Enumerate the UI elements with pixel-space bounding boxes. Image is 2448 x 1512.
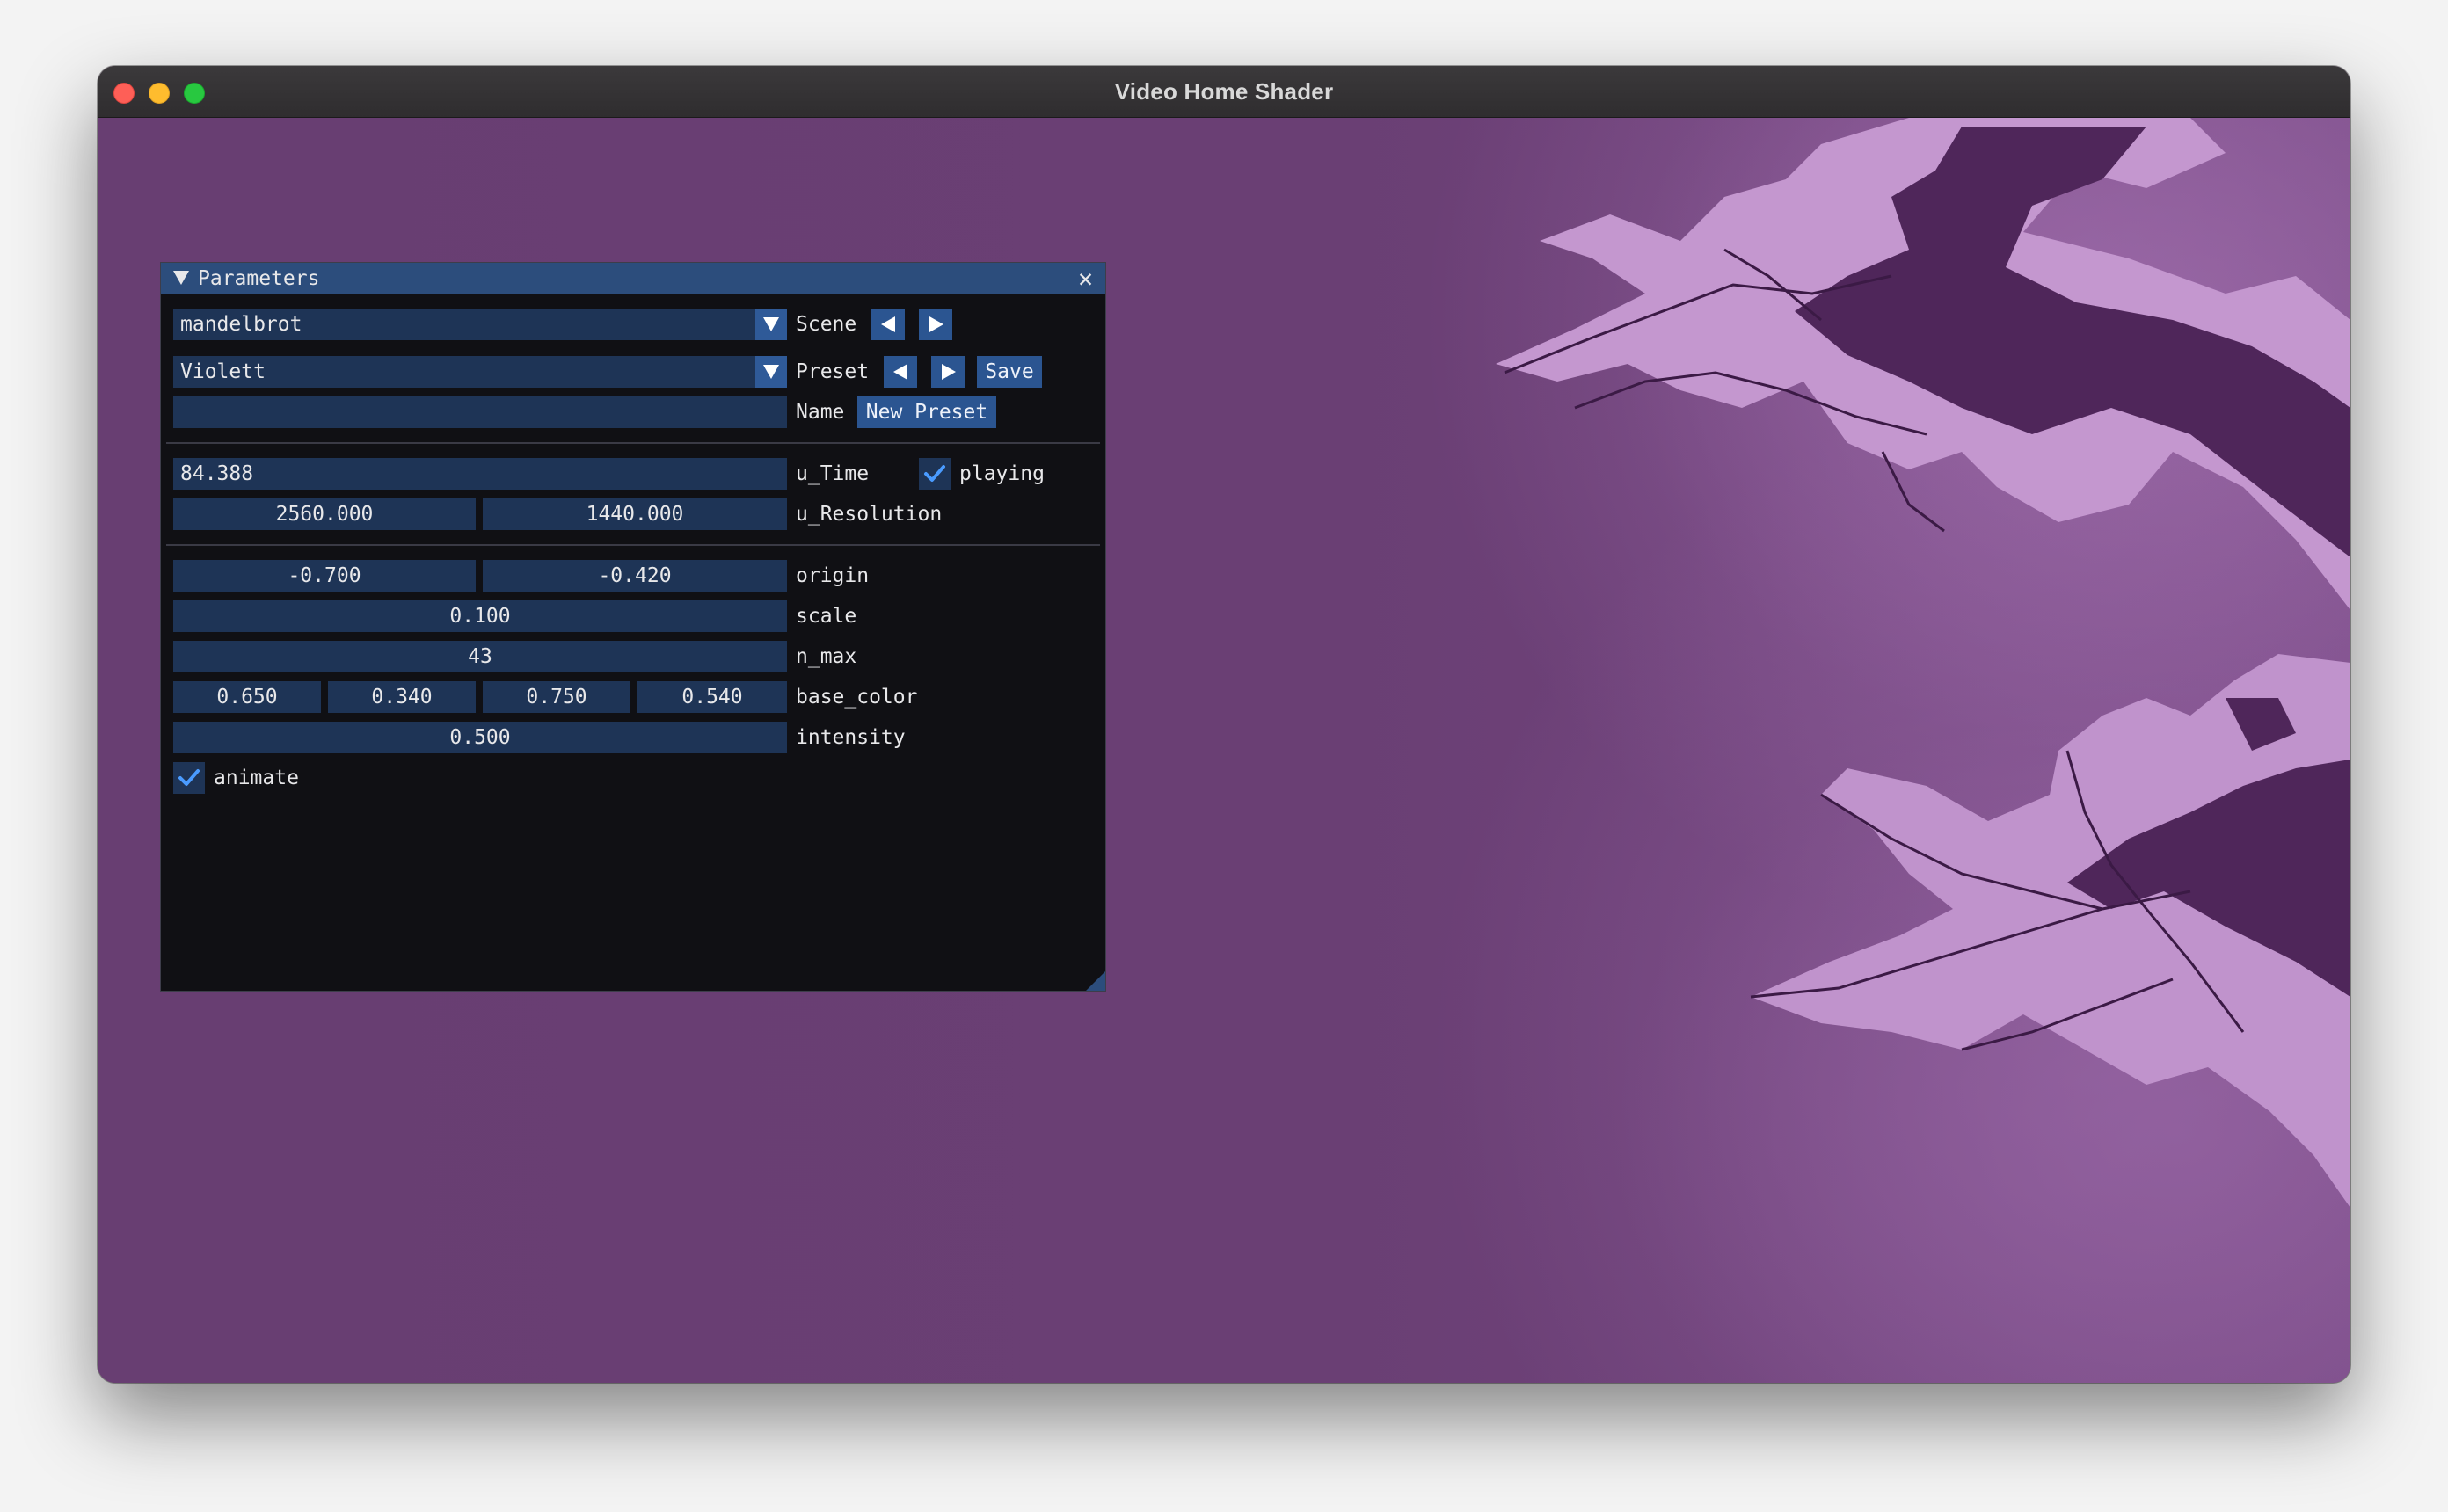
name-input[interactable] [173, 396, 787, 428]
n-max-label: n_max [796, 645, 857, 668]
scale-slider[interactable]: 0.100 [173, 600, 787, 632]
preset-combo-value: Violett [180, 360, 266, 383]
intensity-slider[interactable]: 0.500 [173, 722, 787, 753]
u-resolution-y-field[interactable]: 1440.000 [483, 498, 787, 530]
base-color-label: base_color [796, 686, 918, 709]
separator [166, 544, 1100, 546]
base-color-b-field[interactable]: 0.750 [483, 681, 630, 713]
n-max-slider[interactable]: 43 [173, 641, 787, 672]
chevron-down-icon[interactable] [755, 309, 787, 340]
u-time-field[interactable]: 84.388 [173, 458, 787, 490]
save-button[interactable]: Save [977, 356, 1042, 388]
resize-grip-icon[interactable] [1086, 971, 1105, 991]
base-color-a-field[interactable]: 0.540 [638, 681, 787, 713]
preset-label: Preset [796, 360, 870, 383]
preset-prev-button[interactable] [884, 356, 917, 388]
title-bar: Video Home Shader [98, 66, 2350, 118]
desktop: Video Home Shader Parameters ✕ mandelbro… [0, 0, 2448, 1512]
playing-label: playing [959, 462, 1045, 485]
shader-canvas[interactable]: Parameters ✕ mandelbrot Scene Violett Pr… [98, 118, 2350, 1383]
u-time-label: u_Time [796, 462, 870, 485]
animate-checkbox[interactable] [173, 762, 205, 794]
window-title: Video Home Shader [1114, 78, 1334, 105]
app-window: Video Home Shader Parameters ✕ mandelbro… [98, 66, 2350, 1383]
parameters-panel: Parameters ✕ mandelbrot Scene Violett Pr… [160, 262, 1106, 992]
collapse-triangle-icon[interactable] [173, 271, 189, 285]
close-icon[interactable]: ✕ [1078, 264, 1093, 294]
playing-checkbox[interactable] [919, 458, 951, 490]
origin-label: origin [796, 564, 870, 587]
scene-combo[interactable]: mandelbrot [173, 309, 787, 340]
separator [166, 442, 1100, 444]
new-preset-button[interactable]: New Preset [857, 396, 996, 428]
preset-next-button[interactable] [931, 356, 965, 388]
scene-combo-value: mandelbrot [180, 313, 302, 336]
panel-title: Parameters [198, 267, 320, 290]
checkmark-icon [178, 769, 200, 786]
base-color-g-field[interactable]: 0.340 [328, 681, 476, 713]
u-resolution-x-field[interactable]: 2560.000 [173, 498, 476, 530]
origin-y-field[interactable]: -0.420 [483, 560, 787, 592]
u-resolution-label: u_Resolution [796, 503, 943, 526]
scale-label: scale [796, 605, 857, 628]
scene-label: Scene [796, 313, 857, 336]
panel-header[interactable]: Parameters ✕ [161, 263, 1105, 294]
chevron-down-icon[interactable] [755, 356, 787, 388]
name-label: Name [796, 401, 845, 424]
base-color-r-field[interactable]: 0.650 [173, 681, 321, 713]
scene-next-button[interactable] [919, 309, 952, 340]
scene-prev-button[interactable] [871, 309, 905, 340]
animate-label: animate [214, 767, 299, 789]
preset-combo[interactable]: Violett [173, 356, 787, 388]
checkmark-icon [924, 465, 945, 482]
intensity-label: intensity [796, 726, 906, 749]
origin-x-field[interactable]: -0.700 [173, 560, 476, 592]
